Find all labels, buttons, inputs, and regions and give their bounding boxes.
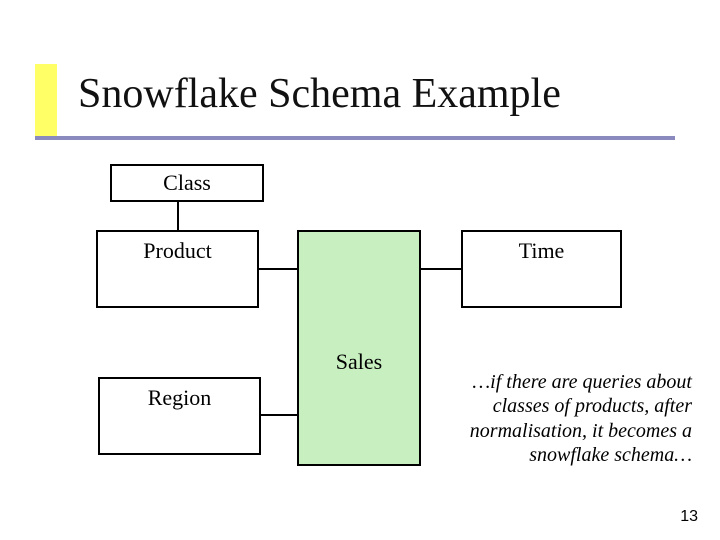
- node-region-label: Region: [148, 385, 212, 411]
- node-time-label: Time: [519, 238, 565, 264]
- title-underline: [35, 136, 675, 140]
- connector-region-sales: [261, 414, 297, 416]
- node-sales-label: Sales: [336, 349, 382, 375]
- node-region: Region: [98, 377, 261, 455]
- connector-product-sales: [259, 268, 297, 270]
- connector-sales-time: [421, 268, 461, 270]
- title-accent: [35, 64, 57, 140]
- node-sales: Sales: [297, 230, 421, 466]
- node-time: Time: [461, 230, 622, 308]
- slide-title: Snowflake Schema Example: [78, 70, 561, 118]
- node-product: Product: [96, 230, 259, 308]
- page-number: 13: [680, 508, 698, 526]
- node-product-label: Product: [143, 238, 211, 264]
- annotation-text: …if there are queries about classes of p…: [430, 370, 692, 468]
- node-class-label: Class: [163, 170, 211, 196]
- connector-class-product: [177, 202, 179, 230]
- slide: Snowflake Schema Example Class Product T…: [0, 0, 720, 540]
- node-class: Class: [110, 164, 264, 202]
